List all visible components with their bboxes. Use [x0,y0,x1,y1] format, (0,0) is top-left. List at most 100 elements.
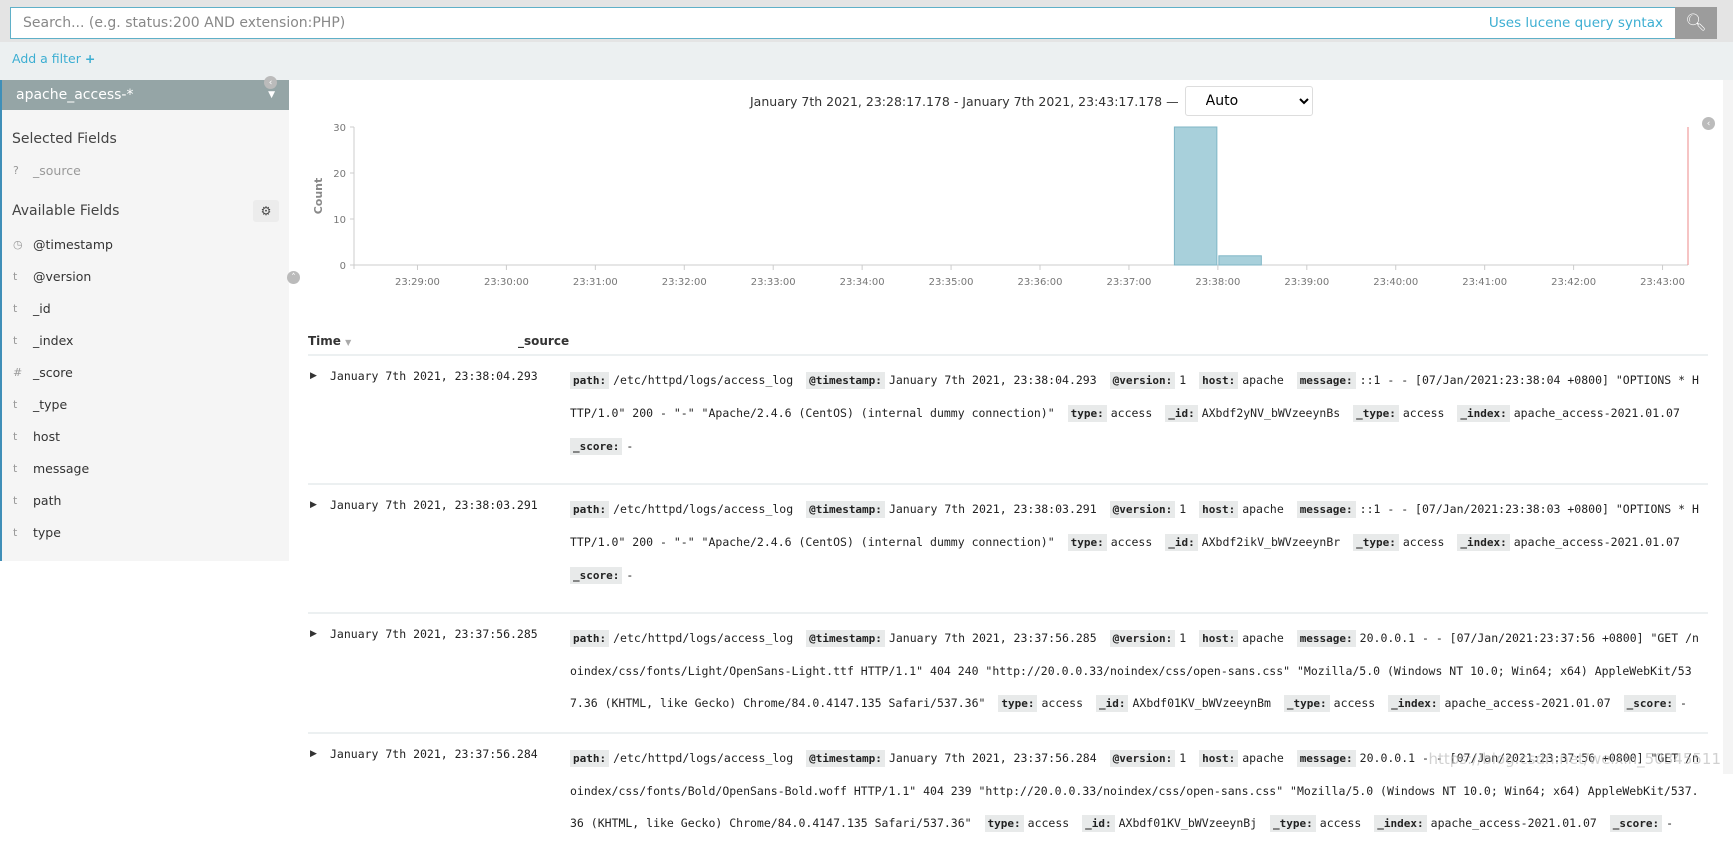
x-tick-label: 23:32:00 [662,277,707,288]
x-tick-label: 23:31:00 [573,277,618,288]
field-value: apache [1242,502,1284,516]
field-value: - [626,568,634,582]
field-item-path[interactable]: t path [2,484,289,516]
field-name: path [33,492,62,508]
number-type-icon: # [13,365,23,379]
field-name: message [33,460,90,476]
field-key: message: [1296,501,1356,518]
field-item-type[interactable]: t _type [2,388,289,420]
field-key: path: [570,750,610,767]
field-value: apache_access-2021.01.07 [1430,816,1597,830]
field-key: type: [984,815,1024,832]
expand-row-icon[interactable]: ▶ [308,493,330,592]
document-table: ▶ January 7th 2021, 23:38:04.293 path:/etc… [308,354,1708,860]
lucene-syntax-link[interactable]: Uses lucene query syntax [1489,15,1663,31]
field-key: _id: [1165,534,1198,551]
source-column-header: _source [518,334,570,348]
field-value: January 7th 2021, 23:37:56.285 [888,631,1097,645]
field-value: AXbdf2ikV_bWVzeeynBr [1201,535,1341,549]
row-time: January 7th 2021, 23:38:03.291 [330,498,538,512]
x-tick-label: 23:42:00 [1551,277,1596,288]
table-row: ▶ January 7th 2021, 23:38:03.291 path:/etc… [308,483,1708,612]
field-key: _score: [1609,815,1663,832]
field-value: January 7th 2021, 23:38:03.291 [888,502,1097,516]
expand-row-icon[interactable]: ▶ [308,622,330,720]
field-item-message[interactable]: t message [2,452,289,484]
index-pattern-label: apache_access-* [16,87,134,103]
field-key: message: [1296,372,1356,389]
field-name: _id [33,300,51,316]
field-item-source[interactable]: ? _source [2,154,289,186]
row-time: January 7th 2021, 23:37:56.284 [330,747,538,761]
field-key: _score: [1623,695,1676,712]
field-item-version[interactable]: t @version [2,260,289,292]
row-source: path:/etc/httpd/logs/access_log @timesta… [570,622,1700,720]
watermark: https://blog.csdn.net/weixin_50345511 [1428,750,1721,768]
field-value: /etc/httpd/logs/access_log [613,751,794,765]
field-value: 1 [1179,751,1187,765]
table-header: Time ▼ _source [290,326,1710,356]
y-tick-label: 10 [333,215,346,226]
field-key: _index: [1457,405,1510,422]
field-key: _id: [1165,405,1198,422]
field-name: _source [33,162,81,178]
field-value: apache_access-2021.01.07 [1513,406,1680,420]
field-name: _index [33,332,74,348]
field-value: 1 [1179,631,1187,645]
field-value: access [1319,816,1362,830]
field-item-timestamp[interactable]: ◷ @timestamp [2,228,289,260]
field-key: _index: [1457,534,1510,551]
search-box: Uses lucene query syntax [10,7,1675,39]
string-type-icon: t [13,333,18,347]
field-value: /etc/httpd/logs/access_log [613,631,794,645]
field-item-score[interactable]: # _score [2,356,289,388]
field-name: @timestamp [33,236,113,252]
field-item-index[interactable]: t _index [2,324,289,356]
index-pattern-select[interactable]: apache_access-* ▼ [2,80,289,110]
collapse-chart-icon[interactable]: ‹ [1702,117,1715,130]
field-value: apache_access-2021.01.07 [1444,696,1611,710]
search-input[interactable] [23,15,1489,31]
collapse-sidebar-icon[interactable]: ‹ [264,76,277,89]
gear-icon[interactable]: ⚙ [253,200,279,222]
string-type-icon: t [13,269,18,283]
expand-row-icon[interactable]: ▶ [308,364,330,463]
field-value: AXbdf2yNV_bWVzeeynBs [1201,406,1341,420]
main-panel: ‹ January 7th 2021, 23:28:17.178 - Janua… [264,76,1733,832]
field-sidebar: apache_access-* ▼ Selected Fields ? _sourc… [0,80,289,561]
string-type-icon: t [13,461,18,475]
x-tick-label: 23:39:00 [1284,277,1329,288]
section-label: Available Fields [12,203,120,219]
field-key: @timestamp: [806,372,885,389]
available-fields-title: Available Fields ⚙ [2,196,289,226]
field-item-type[interactable]: t type [2,516,289,548]
field-value: apache [1242,751,1284,765]
add-filter-label: Add a filter [12,51,81,66]
row-source: path:/etc/httpd/logs/access_log @timesta… [570,364,1700,463]
table-row: ▶ January 7th 2021, 23:38:04.293 path:/etc… [308,354,1708,483]
expand-row-icon[interactable]: ▶ [308,742,330,840]
string-type-icon: t [13,301,18,315]
field-item-host[interactable]: t host [2,420,289,452]
search-button[interactable]: 🔍︎ [1675,7,1717,39]
field-key: _index: [1388,695,1441,712]
field-key: path: [570,501,610,518]
unknown-type-icon: ? [13,163,19,177]
field-key: _type: [1353,534,1399,551]
field-key: path: [570,372,610,389]
field-item-id[interactable]: t _id [2,292,289,324]
x-tick-label: 23:34:00 [840,277,885,288]
y-tick-label: 30 [333,123,346,134]
sort-down-icon[interactable]: ▼ [345,338,351,347]
y-tick-label: 0 [340,261,346,272]
string-type-icon: t [13,429,18,443]
add-filter-link[interactable]: Add a filter + [12,51,95,66]
scrollbar[interactable] [1723,80,1733,774]
field-key: _type: [1283,695,1330,712]
time-column-header[interactable]: Time ▼ [308,334,351,348]
toggle-chart-icon[interactable]: ˄ [287,271,300,284]
x-tick-label: 23:41:00 [1462,277,1507,288]
field-key: @version: [1109,501,1176,518]
x-tick-label: 23:37:00 [1106,277,1151,288]
y-tick-label: 20 [333,169,346,180]
